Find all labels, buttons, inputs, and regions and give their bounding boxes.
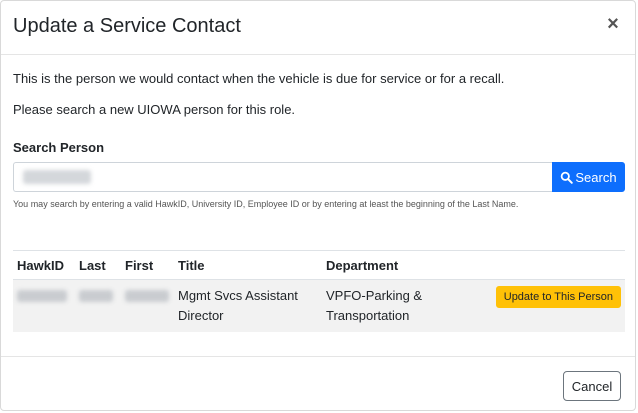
search-button[interactable]: Search bbox=[552, 162, 625, 192]
column-header-last: Last bbox=[75, 250, 121, 280]
results-table-container: HawkID Last First Title Department Mgmt … bbox=[13, 250, 625, 332]
table-header-row: HawkID Last First Title Department bbox=[13, 250, 625, 280]
column-header-department: Department bbox=[322, 250, 480, 280]
cell-title: Mgmt Svcs Assistant Director bbox=[174, 279, 322, 332]
update-to-this-person-button[interactable]: Update to This Person bbox=[495, 286, 621, 308]
cell-first bbox=[121, 279, 174, 332]
column-header-action bbox=[480, 250, 625, 280]
redacted-search-value bbox=[23, 170, 91, 184]
update-service-contact-dialog: Update a Service Contact × This is the p… bbox=[0, 0, 636, 411]
intro-text: This is the person we would contact when… bbox=[13, 71, 505, 86]
cancel-button[interactable]: Cancel bbox=[563, 371, 621, 401]
search-icon bbox=[561, 171, 574, 184]
cell-action: Update to This Person bbox=[480, 279, 625, 332]
column-header-title: Title bbox=[174, 250, 322, 280]
search-person-input[interactable] bbox=[13, 162, 552, 192]
cell-hawkid bbox=[13, 279, 75, 332]
close-icon[interactable]: × bbox=[603, 13, 623, 35]
table-row: Mgmt Svcs Assistant Director VPFO-Parkin… bbox=[13, 279, 625, 332]
column-header-first: First bbox=[121, 250, 174, 280]
instruction-text: Please search a new UIOWA person for thi… bbox=[13, 102, 296, 117]
redacted-first-name bbox=[125, 290, 169, 302]
column-header-hawkid: HawkID bbox=[13, 250, 75, 280]
dialog-footer: Cancel bbox=[1, 356, 635, 410]
results-table: HawkID Last First Title Department Mgmt … bbox=[13, 250, 625, 332]
redacted-last-name bbox=[79, 290, 113, 302]
dialog-header: Update a Service Contact × bbox=[1, 1, 635, 55]
cell-last bbox=[75, 279, 121, 332]
search-person-label: Search Person bbox=[13, 140, 105, 155]
search-help-text: You may search by entering a valid HawkI… bbox=[13, 199, 519, 209]
redacted-hawkid bbox=[17, 290, 67, 302]
dialog-title: Update a Service Contact bbox=[13, 15, 241, 37]
search-button-label: Search bbox=[575, 169, 617, 185]
cell-department: VPFO-Parking & Transportation bbox=[322, 279, 480, 332]
